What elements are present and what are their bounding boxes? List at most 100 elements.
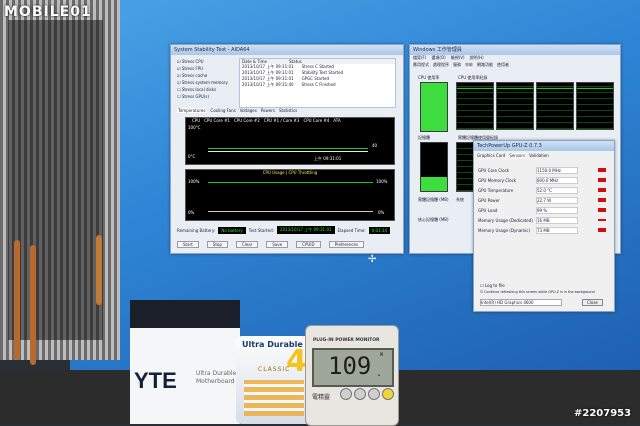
temp-axis-bottom: 0°C <box>188 154 196 159</box>
memory-value: 1.39 GB <box>422 184 439 189</box>
core-history-graph <box>456 82 494 130</box>
box-top-band <box>130 300 240 328</box>
usage-axis-bottom: 0% <box>188 210 195 215</box>
check-stress-memory[interactable]: ☑ Stress system memory <box>177 80 235 87</box>
memory-label: 記憶體 <box>418 135 430 140</box>
tab-statistics[interactable]: Statistics <box>279 108 297 113</box>
sensor-row: Memory Usage (Dynamic) 73 MB <box>478 225 610 235</box>
section-kernel-memory: 核心記憶體 (MB) <box>418 217 449 222</box>
check-stress-disks[interactable]: ☐ Stress local disks <box>177 87 235 94</box>
cpu-history-graphs <box>456 82 614 130</box>
usage-axis-right-top: 100% <box>376 179 388 184</box>
temp-axis-top: 100°C <box>188 125 201 130</box>
menu-help[interactable]: 說明(H) <box>470 55 484 61</box>
cpuid-button[interactable]: CPUID <box>296 241 321 248</box>
core-history-graph <box>576 82 614 130</box>
sensor-row: Memory Usage (Dedicated) 16 MB <box>478 215 610 225</box>
meter-button[interactable] <box>354 388 366 400</box>
meter-button[interactable] <box>340 388 352 400</box>
temp-time-label: 上午 09:31:01 <box>314 156 342 161</box>
tab-applications[interactable]: 應用程式 <box>413 62 429 68</box>
heatsink-fan-frame <box>8 20 103 340</box>
temp-current-value: 40 <box>372 143 378 148</box>
throttle-trace <box>208 211 373 212</box>
tab-services[interactable]: 服務 <box>453 62 461 68</box>
badge-number: 4 <box>286 344 307 379</box>
start-button[interactable]: Start <box>177 241 199 248</box>
tab-powers[interactable]: Powers <box>261 108 275 113</box>
tab-validation[interactable]: Validation <box>529 153 549 158</box>
button-row: Start Stop Clear Save CPUID Preferences <box>177 241 365 248</box>
sensor-list: GPU Core Clock 1150.0 MHz GPU Memory Cloc… <box>478 165 610 235</box>
cpu-usage-graph: CPU Usage | CPU Throttling 100% 0% 100% … <box>185 169 395 221</box>
tab-bar: 應用程式 處理程序 服務 效能 網路功能 使用者 <box>410 62 620 68</box>
tab-processes[interactable]: 處理程序 <box>433 62 449 68</box>
temp-legend: CPU CPU Core #1 CPU Core #2 CPU #1 / Cor… <box>192 118 341 123</box>
log-table: Date & Time Status 2013/10/17 上午 09:31:0… <box>239 58 396 108</box>
preferences-button[interactable]: Preferences <box>328 241 365 248</box>
check-stress-gpu[interactable]: ☐ Stress GPU(s) <box>177 94 235 101</box>
clear-button[interactable]: Clear <box>235 241 259 248</box>
tab-voltages[interactable]: Voltages <box>240 108 257 113</box>
temperature-trace <box>208 151 368 152</box>
close-button[interactable]: Close <box>582 299 603 306</box>
meter-button[interactable] <box>368 388 380 400</box>
menu-options[interactable]: 選項(O) <box>431 55 445 61</box>
continue-refresh-checkbox[interactable]: ☑ Continue refreshing this screen while … <box>480 290 595 294</box>
sensor-row: GPU Temperature 52.0 °C <box>478 185 610 195</box>
tab-networking[interactable]: 網路功能 <box>477 62 493 68</box>
menu-file[interactable]: 檔案(F) <box>413 55 426 61</box>
menu-bar: 檔案(F) 選項(O) 檢視(V) 說明(H) <box>410 55 620 61</box>
sensor-row: GPU Core Clock 1150.0 MHz <box>478 165 610 175</box>
check-stress-cpu[interactable]: ☑ Stress CPU <box>177 59 235 66</box>
gpu-select[interactable]: Intel(R) HD Graphics 4600 <box>480 299 562 306</box>
cursor-icon: ✢ <box>368 254 377 265</box>
check-stress-cache[interactable]: ☑ Stress cache <box>177 73 235 80</box>
gpuz-tabs: Graphics Card Sensors Validation <box>474 153 614 158</box>
usage-trace <box>208 182 373 183</box>
save-button[interactable]: Save <box>266 241 289 248</box>
stability-test-window[interactable]: System Stability Test - AIDA64 ☑ Stress … <box>170 44 404 254</box>
temperature-graph: CPU CPU Core #1 CPU Core #2 CPU #1 / Cor… <box>185 117 395 165</box>
cpu-history-label: CPU 使用率紀錄 <box>458 75 488 80</box>
battery-label: Remaining Battery: <box>177 227 216 233</box>
stats-tabs: Temperatures Cooling Fans Voltages Power… <box>177 108 297 113</box>
tab-users[interactable]: 使用者 <box>497 62 509 68</box>
heatpipe <box>96 235 102 305</box>
battery-value: No battery <box>218 226 246 234</box>
section-system: 系統 <box>456 197 464 202</box>
section-physical-memory: 實體記憶體 (MB) <box>418 197 449 202</box>
temperature-trace <box>208 148 368 149</box>
badge-classic: CLASSIC <box>258 366 291 373</box>
log-to-file-checkbox[interactable]: ☐ Log to file <box>480 283 505 288</box>
elapsed-label: Elapsed Time: <box>337 227 366 233</box>
sensor-row: GPU Power 22.7 W <box>478 195 610 205</box>
check-stress-fpu[interactable]: ☑ Stress FPU <box>177 66 235 73</box>
watermark-logo: MOBILE01 <box>4 4 92 20</box>
tab-cooling-fans[interactable]: Cooling Fans <box>210 108 235 113</box>
tab-temperatures[interactable]: Temperatures <box>177 108 207 113</box>
tab-sensors[interactable]: Sensors <box>509 153 526 158</box>
heatpipe <box>30 245 36 365</box>
meter-reading: 109 <box>328 352 372 380</box>
badge-feature-stripes <box>244 380 304 416</box>
status-footer: Remaining Battery: No battery Test Start… <box>177 226 391 234</box>
gpuz-window[interactable]: TechPowerUp GPU-Z 0.7.3 Graphics Card Se… <box>473 140 615 312</box>
stop-button[interactable]: Stop <box>206 241 228 248</box>
meter-unit: W <box>380 352 384 358</box>
tab-graphics-card[interactable]: Graphics Card <box>477 153 505 158</box>
menu-view[interactable]: 檢視(V) <box>451 55 465 61</box>
watermark-image-number: #2207953 <box>574 408 632 419</box>
box-line-2: Motherboard <box>196 378 235 385</box>
stress-checklist: ☑ Stress CPU ☑ Stress FPU ☑ Stress cache… <box>177 59 235 101</box>
meter-decimal: . <box>376 368 383 379</box>
window-title: Windows 工作管理員 <box>410 45 620 55</box>
meter-brand-label: PLUG-IN POWER MONITOR <box>313 338 380 343</box>
heatpipe <box>14 240 20 360</box>
meter-button[interactable] <box>382 388 394 400</box>
meter-maker-mark: 電精靈 <box>312 394 331 401</box>
usage-axis-right-bottom: 0% <box>378 210 385 215</box>
tab-performance[interactable]: 效能 <box>465 62 473 68</box>
usage-graph-title: CPU Usage | CPU Throttling <box>262 170 318 175</box>
cpu-usage-label: CPU 使用率 <box>418 75 440 80</box>
